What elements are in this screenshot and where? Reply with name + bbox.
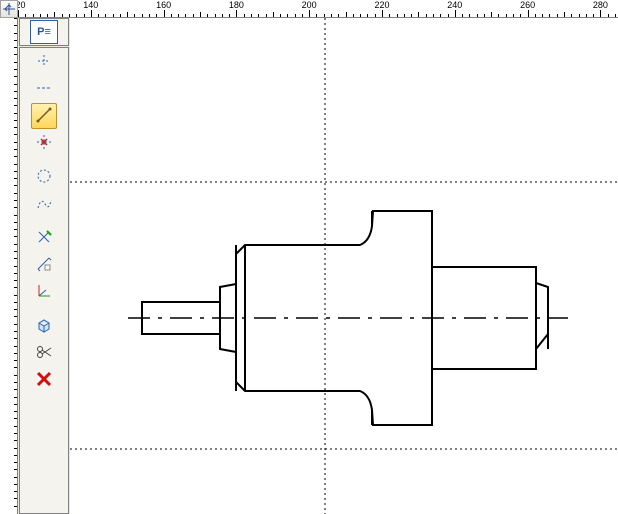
construction-circle-button[interactable]: [31, 164, 57, 190]
ruler-label: 220: [374, 0, 389, 10]
ruler-label: 260: [520, 0, 535, 10]
diagline-icon: [35, 106, 53, 127]
ruler-label: 280: [593, 0, 608, 10]
box3d-icon: [35, 316, 53, 337]
measure-tool-button[interactable]: [31, 252, 57, 278]
ruler-label: 160: [156, 0, 171, 10]
hline-dash-icon: [35, 79, 53, 100]
measure-icon: [35, 255, 53, 276]
angle-line-button[interactable]: [31, 103, 57, 129]
spline-curve-button[interactable]: [31, 191, 57, 217]
x-red-icon: [34, 369, 54, 392]
ruler-label: 180: [229, 0, 244, 10]
delete-button[interactable]: [31, 367, 57, 393]
horizontal-line-button[interactable]: [31, 76, 57, 102]
axis-x-icon: [35, 133, 53, 154]
sketch-toolbox: [19, 47, 69, 514]
sketch-drawing: [70, 18, 618, 514]
parametric-icon: P≡: [37, 26, 51, 38]
spline-icon: [35, 194, 53, 215]
ruler-label: 200: [302, 0, 317, 10]
cut-scissors-button[interactable]: [31, 340, 57, 366]
drawing-canvas[interactable]: [70, 18, 618, 514]
trim-construction-button[interactable]: [31, 225, 57, 251]
horizontal-ruler[interactable]: 120 140 160 180 200 220 240 260 280: [18, 0, 618, 18]
axis-point-button[interactable]: [31, 130, 57, 156]
point-icon: [35, 52, 53, 73]
scissors-icon: [35, 343, 53, 364]
trim-x-icon: [35, 228, 53, 249]
coordinate-reference-button[interactable]: [31, 279, 57, 305]
coord-axes-icon: [35, 282, 53, 303]
ruler-label: 240: [447, 0, 462, 10]
ruler-origin[interactable]: [0, 0, 18, 18]
ruler-label: 120: [18, 0, 26, 10]
vertical-ruler[interactable]: [0, 18, 18, 514]
construction-point-button[interactable]: [31, 49, 57, 75]
circle-dash-icon: [35, 167, 53, 188]
3d-box-tool-button[interactable]: [31, 313, 57, 339]
parametric-mode-button[interactable]: P≡: [30, 20, 58, 44]
ruler-label: 140: [83, 0, 98, 10]
parametric-toolbox: P≡: [19, 18, 69, 46]
